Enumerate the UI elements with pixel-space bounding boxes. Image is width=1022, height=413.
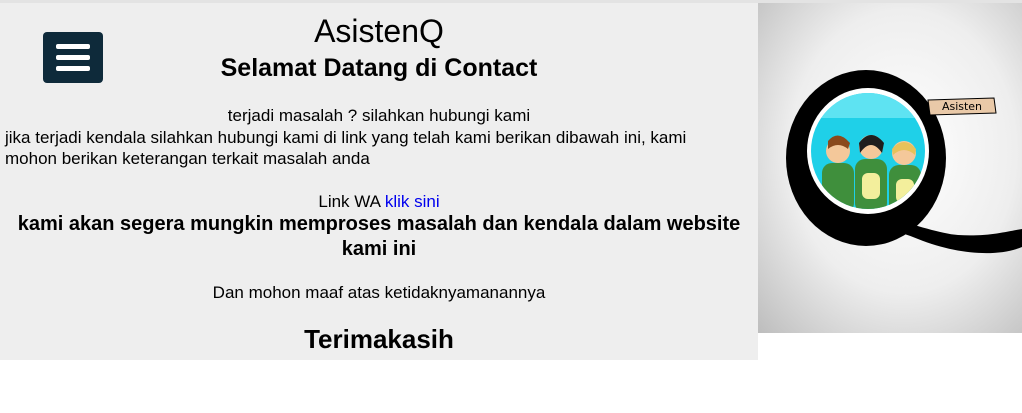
wa-label: Link WA — [318, 192, 381, 211]
problem-text: terjadi masalah ? silahkan hubungi kami — [227, 106, 531, 125]
wa-link[interactable]: klik sini — [385, 192, 440, 211]
apology-text: Dan mohon maaf atas ketidaknyamanannya — [212, 283, 546, 302]
page-subtitle: Selamat Datang di Contact — [220, 54, 538, 82]
site-title: AsistenQ — [314, 13, 444, 49]
thanks-heading: Terimakasih — [304, 324, 454, 354]
wa-line: Link WA klik sini — [0, 191, 758, 213]
asistenq-logo: Asisten — [786, 70, 1022, 254]
process-text: kami akan segera mungkin memproses masal… — [17, 213, 741, 260]
description-text: jika terjadi kendala silahkan hubungi ka… — [5, 128, 687, 168]
logo-badge-text: Asisten — [942, 100, 982, 113]
logo-badge: Asisten — [927, 97, 997, 116]
logo-panel: Asisten — [758, 3, 1022, 333]
contact-section: AsistenQ Selamat Datang di Contact terja… — [0, 3, 758, 360]
